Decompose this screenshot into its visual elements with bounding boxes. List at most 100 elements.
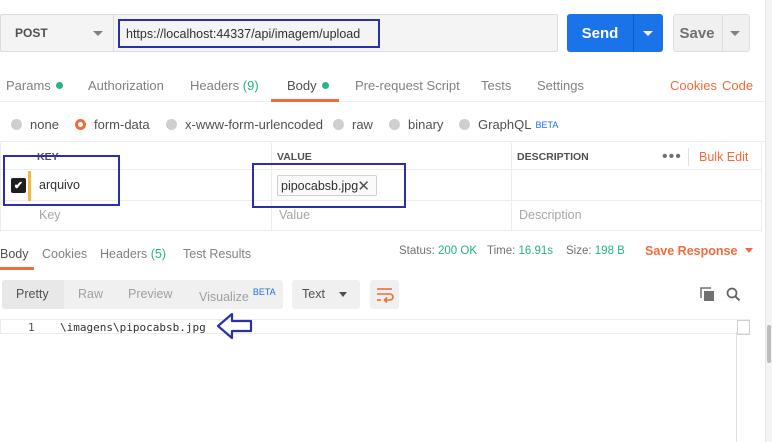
format-select[interactable]: Text bbox=[292, 280, 360, 309]
column-value: VALUE bbox=[277, 151, 312, 163]
send-button[interactable]: Send bbox=[567, 14, 663, 52]
radio-circle-icon bbox=[389, 119, 400, 130]
size-label: Size: bbox=[566, 245, 592, 257]
radio-selected-icon bbox=[75, 119, 86, 130]
chevron-down-icon bbox=[745, 248, 754, 253]
editor-scroll-track bbox=[736, 332, 737, 442]
tab-headers[interactable]: Headers (9) bbox=[190, 78, 259, 93]
divider bbox=[633, 14, 634, 52]
tab-label: Headers bbox=[190, 78, 240, 93]
tab-settings[interactable]: Settings bbox=[537, 78, 584, 93]
format-label: Text bbox=[302, 287, 325, 301]
view-raw-button[interactable]: Raw bbox=[78, 287, 103, 301]
radio-circle-icon bbox=[333, 119, 344, 130]
time-label: Time: bbox=[487, 245, 516, 257]
headers-count: (9) bbox=[242, 78, 259, 93]
cookies-link[interactable]: Cookies bbox=[670, 78, 717, 93]
tab-label: Authorization bbox=[88, 78, 164, 93]
body-type-options: none form-data x-www-form-urlencoded raw… bbox=[0, 108, 772, 142]
size-value: 198 B bbox=[594, 245, 625, 257]
response-tabs: Body Cookies Headers (5) Test Results St… bbox=[0, 238, 772, 270]
request-bar: POST https://localhost:44337/api/imagem/… bbox=[0, 12, 772, 54]
radio-raw[interactable]: raw bbox=[333, 117, 373, 132]
radio-label: raw bbox=[352, 117, 373, 132]
send-label: Send bbox=[581, 24, 619, 42]
tab-label: Settings bbox=[537, 78, 584, 93]
radio-urlencoded[interactable]: x-www-form-urlencoded bbox=[166, 117, 323, 132]
tab-label: Body bbox=[287, 78, 317, 93]
more-options-icon[interactable]: ••• bbox=[662, 148, 682, 166]
highlight-box-value bbox=[252, 163, 406, 208]
highlight-box-key bbox=[3, 155, 120, 206]
value-input[interactable]: Value bbox=[279, 208, 310, 222]
tab-response-body[interactable]: Body bbox=[0, 247, 29, 261]
time-value: 16.91s bbox=[518, 245, 554, 257]
scrollbar-thumb[interactable] bbox=[767, 325, 771, 363]
response-body-editor[interactable]: 1 \imagens\pipocabsb.jpg bbox=[0, 318, 750, 442]
beta-badge: BETA bbox=[535, 119, 559, 130]
tab-prerequest-script[interactable]: Pre-request Script bbox=[355, 78, 460, 93]
wrap-lines-icon bbox=[377, 288, 394, 304]
tab-response-headers[interactable]: Headers (5) bbox=[100, 247, 166, 261]
visualize-label: Visualize bbox=[199, 290, 249, 304]
radio-circle-icon bbox=[11, 119, 22, 130]
window-scrollbar[interactable] bbox=[765, 0, 772, 442]
tab-params[interactable]: Params bbox=[6, 78, 63, 93]
divider bbox=[688, 148, 689, 166]
arrow-left-icon bbox=[216, 312, 253, 340]
view-mode-group: Pretty Raw Preview Visualize BETA bbox=[2, 280, 283, 309]
column-description: DESCRIPTION bbox=[517, 151, 589, 163]
chevron-down-icon bbox=[339, 292, 347, 297]
code-link[interactable]: Code bbox=[722, 78, 753, 93]
size-readout: Size: 198 B bbox=[566, 245, 625, 257]
save-label: Save bbox=[679, 24, 715, 42]
view-preview-button[interactable]: Preview bbox=[128, 287, 172, 301]
view-pretty-button[interactable]: Pretty bbox=[16, 287, 49, 301]
key-input[interactable]: Key bbox=[39, 208, 61, 222]
save-response-button[interactable]: Save Response bbox=[645, 244, 754, 258]
line-number: 1 bbox=[28, 321, 35, 334]
beta-badge: BETA bbox=[252, 287, 276, 297]
tab-test-results[interactable]: Test Results bbox=[183, 247, 251, 261]
save-options-chevron-icon[interactable] bbox=[730, 31, 740, 36]
copy-icon[interactable] bbox=[700, 287, 715, 302]
active-tab-indicator bbox=[271, 99, 339, 102]
radio-circle-icon bbox=[459, 119, 470, 130]
code-line: 1 \imagens\pipocabsb.jpg bbox=[0, 319, 750, 335]
radio-none[interactable]: none bbox=[11, 117, 59, 132]
radio-label: x-www-form-urlencoded bbox=[185, 117, 323, 132]
radio-form-data[interactable]: form-data bbox=[75, 117, 150, 132]
radio-label: none bbox=[30, 117, 59, 132]
search-icon[interactable] bbox=[726, 287, 741, 302]
tab-label: Headers bbox=[100, 247, 148, 261]
tab-body[interactable]: Body bbox=[287, 78, 329, 93]
radio-label: binary bbox=[408, 117, 444, 132]
radio-graphql[interactable]: GraphQL BETA bbox=[459, 117, 558, 132]
tab-tests[interactable]: Tests bbox=[481, 78, 511, 93]
active-tab-indicator bbox=[0, 267, 34, 270]
tab-label: Params bbox=[6, 78, 51, 93]
code-text: \imagens\pipocabsb.jpg bbox=[60, 321, 206, 334]
active-dot-icon bbox=[55, 82, 63, 89]
request-tabs: Params Authorization Headers (9) Body Pr… bbox=[0, 70, 772, 102]
status-label: Status: bbox=[399, 245, 435, 257]
description-input[interactable]: Description bbox=[519, 208, 582, 222]
chevron-down-icon bbox=[93, 31, 103, 36]
bulk-edit-link[interactable]: Bulk Edit bbox=[699, 150, 748, 164]
wrap-lines-button[interactable] bbox=[370, 280, 399, 309]
tab-authorization[interactable]: Authorization bbox=[88, 78, 164, 93]
method-label: POST bbox=[15, 26, 48, 40]
tab-response-cookies[interactable]: Cookies bbox=[42, 247, 87, 261]
tab-label: Tests bbox=[481, 78, 512, 93]
active-dot-icon bbox=[321, 82, 329, 89]
divider bbox=[722, 15, 723, 51]
view-visualize-button[interactable]: Visualize BETA bbox=[199, 287, 276, 304]
radio-binary[interactable]: binary bbox=[389, 117, 443, 132]
method-select[interactable]: POST bbox=[0, 14, 113, 52]
send-options-chevron-icon[interactable] bbox=[643, 31, 653, 36]
url-input[interactable]: https://localhost:44337/api/imagem/uploa… bbox=[113, 14, 558, 52]
status-value: 200 OK bbox=[438, 245, 478, 257]
tab-label: Pre-request Script bbox=[355, 78, 460, 93]
save-button[interactable]: Save bbox=[673, 14, 750, 52]
url-text[interactable]: https://localhost:44337/api/imagem/uploa… bbox=[118, 19, 380, 48]
